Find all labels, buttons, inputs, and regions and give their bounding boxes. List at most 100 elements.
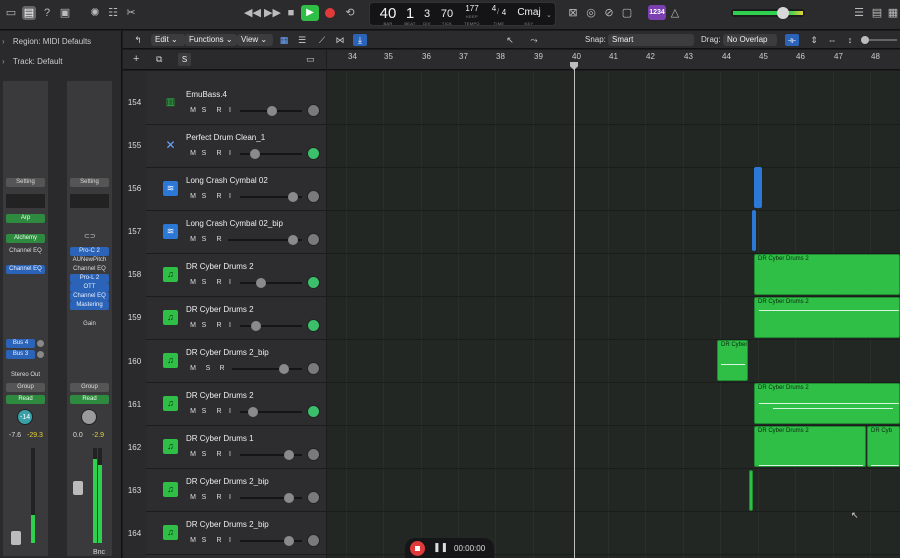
record-enable-button[interactable]: R — [214, 192, 224, 202]
strip1-automation-mode[interactable]: Read — [6, 395, 45, 404]
inspector-icon[interactable]: ▤ — [22, 6, 36, 20]
mute-button[interactable]: M — [188, 407, 198, 417]
record-enable-button[interactable]: R — [214, 536, 224, 546]
volume-slider-handle[interactable] — [256, 278, 266, 288]
waveform-zoom-icon[interactable]: ⟛ — [785, 34, 799, 46]
midi-region-sliver[interactable] — [749, 470, 753, 511]
pause-icon[interactable]: ❚❚ — [433, 542, 448, 553]
input-monitor-button[interactable]: I — [225, 192, 235, 202]
mute-button[interactable]: M — [188, 321, 198, 331]
solo-button[interactable]: S — [199, 321, 209, 331]
input-monitor-button[interactable]: I — [225, 149, 235, 159]
volume-slider-handle[interactable] — [248, 407, 258, 417]
solo-button[interactable]: S — [199, 450, 209, 460]
list-editors-icon[interactable]: ☰ — [852, 6, 866, 20]
bar-ruler[interactable]: 34 35 36 37 38 39 40 41 42 43 44 45 46 4… — [327, 50, 900, 70]
track-header-163[interactable]: ♫ DR Cyber Drums 2_bip M S R I — [146, 469, 326, 512]
midi-in-icon[interactable]: ⤓ — [353, 34, 367, 46]
global-solo-icon[interactable]: S — [178, 53, 191, 66]
strip2-setting-button[interactable]: Setting — [70, 178, 109, 187]
strip2-link-icon[interactable]: ⊂⊃ — [84, 233, 96, 240]
mute-button[interactable]: M — [188, 278, 198, 288]
drag-dropdown[interactable]: No Overlap — [723, 34, 777, 46]
stop-icon[interactable]: ■ — [284, 6, 298, 20]
pan-knob[interactable] — [307, 104, 320, 117]
functions-menu[interactable]: Functions ⌄ — [185, 34, 237, 46]
record-enable-button[interactable]: R — [214, 149, 224, 159]
horizontal-zoom-icon[interactable]: ⇔ — [825, 34, 839, 46]
strip1-instrument-slot[interactable]: Alchemy — [6, 234, 45, 243]
volume-slider-handle[interactable] — [250, 149, 260, 159]
lcd-tempo[interactable]: 177 — [461, 4, 483, 13]
zoom-slider-handle[interactable] — [861, 36, 869, 44]
volume-slider[interactable] — [240, 282, 302, 284]
strip2-group[interactable]: Group — [70, 383, 109, 392]
track-header-160[interactable]: ♫ DR Cyber Drums 2_bip M S R — [146, 340, 326, 383]
lcd-display[interactable]: 40 BAR 1 BEAT 3 DIV 70 TICK 177 KEEP TEM… — [369, 2, 556, 26]
solo-button[interactable]: S — [199, 192, 209, 202]
mute-button[interactable]: M — [188, 149, 198, 159]
volume-slider-handle[interactable] — [267, 106, 277, 116]
volume-slider[interactable] — [240, 325, 302, 327]
midi-region[interactable]: DR Cyber Drums 2 — [754, 297, 900, 338]
master-volume-handle[interactable] — [777, 7, 789, 19]
track-header-157[interactable]: ≋ Long Crash Cymbal 02_bip M S R — [146, 211, 326, 254]
strip2-plugin-slot-7[interactable]: Mastering — [70, 301, 109, 310]
solo-button[interactable]: S — [203, 364, 213, 374]
solo-button[interactable]: S — [199, 149, 209, 159]
pan-knob[interactable] — [307, 190, 320, 203]
strip1-midi-fx-slot[interactable]: Arp — [6, 214, 45, 223]
track-header-161[interactable]: ♫ DR Cyber Drums 2 M S R I — [146, 383, 326, 426]
solo-icon[interactable]: ⊘ — [602, 6, 616, 20]
track-header-156[interactable]: ≋ Long Crash Cymbal 02 M S R I — [146, 168, 326, 211]
region-inspector-header[interactable]: › Region: MIDI Defaults — [0, 32, 122, 52]
solo-button[interactable]: S — [199, 493, 209, 503]
input-monitor-button[interactable]: I — [225, 407, 235, 417]
track-name[interactable]: DR Cyber Drums 1 — [186, 434, 254, 443]
lcd-menu-chevron-icon[interactable]: ⌄ — [546, 11, 552, 19]
strip2-plugin-slot-5[interactable]: OTT — [70, 283, 109, 292]
metronome-icon[interactable]: △ — [668, 6, 682, 20]
quick-help-icon[interactable]: ? — [40, 6, 54, 20]
track-name[interactable]: Long Crash Cymbal 02 — [186, 176, 268, 185]
midi-region[interactable]: DR Cyber Drums 2 — [754, 383, 900, 424]
record-enable-button[interactable]: R — [214, 235, 224, 245]
track-name[interactable]: DR Cyber Drums 2 — [186, 262, 254, 271]
global-tracks-icon[interactable]: ▭ — [306, 54, 315, 65]
automation-icon[interactable]: ⟋ — [315, 34, 329, 46]
record-enable-button[interactable]: R — [214, 278, 224, 288]
volume-slider-handle[interactable] — [284, 450, 294, 460]
strip1-send-1-knob[interactable] — [37, 340, 44, 347]
strip2-bounce-button[interactable]: Bnc — [93, 549, 105, 556]
rewind-icon[interactable]: ◀◀ — [244, 6, 261, 20]
library-icon[interactable]: ▭ — [4, 6, 18, 20]
strip2-volume-fader[interactable] — [73, 481, 83, 495]
mixer-icon[interactable]: ☷ — [106, 6, 120, 20]
midi-region[interactable]: DR Cyber Drums 2 — [754, 426, 866, 467]
track-header-162[interactable]: ♫ DR Cyber Drums 1 M S R I — [146, 426, 326, 469]
track-name[interactable]: DR Cyber Drums 2_bip — [186, 477, 269, 486]
strip2-plugin-slot-1[interactable]: Pro-C 2 — [70, 247, 109, 256]
input-monitor-button[interactable]: I — [225, 106, 235, 116]
solo-button[interactable]: S — [199, 106, 209, 116]
add-track-icon[interactable]: + — [133, 53, 139, 65]
fast-forward-icon[interactable]: ▶▶ — [264, 6, 281, 20]
mute-button[interactable]: M — [188, 235, 198, 245]
edit-menu[interactable]: Edit ⌄ — [151, 34, 185, 46]
pointer-tool-icon[interactable]: ↖ — [503, 34, 517, 46]
record-icon[interactable] — [325, 8, 335, 18]
count-in-badge[interactable]: 1234 — [648, 5, 666, 20]
play-button[interactable]: ▶ — [301, 5, 319, 21]
catch-playhead-icon[interactable]: ↰ — [131, 34, 145, 46]
toolbar-icon[interactable]: ▣ — [58, 6, 72, 20]
zoom-slider[interactable] — [861, 36, 897, 44]
volume-slider-handle[interactable] — [284, 493, 294, 503]
volume-slider[interactable] — [232, 368, 302, 370]
track-name[interactable]: Long Crash Cymbal 02_bip — [186, 219, 283, 228]
track-header-154[interactable]: ▥ EmuBass.4 M S R I — [146, 82, 326, 125]
input-monitor-button[interactable]: I — [225, 450, 235, 460]
strip2-eq-thumbnail[interactable] — [70, 194, 109, 208]
strip2-plugin-slot-3[interactable]: Channel EQ — [70, 265, 109, 274]
volume-slider-handle[interactable] — [288, 192, 298, 202]
strip1-send-1[interactable]: Bus 4 — [6, 339, 35, 348]
